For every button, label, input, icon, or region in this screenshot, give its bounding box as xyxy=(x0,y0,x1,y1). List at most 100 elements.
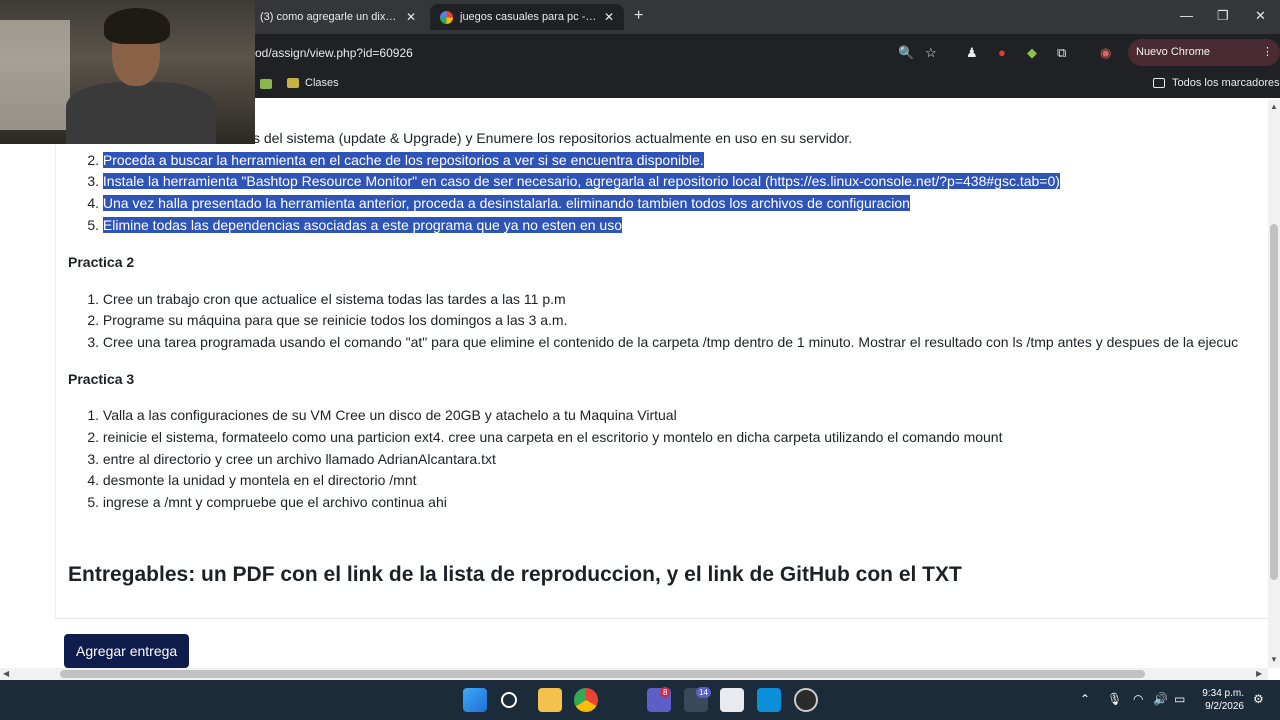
webcam-overlay xyxy=(0,0,255,144)
list-item-text: ingrese a /mnt y compruebe que el archiv… xyxy=(102,494,447,510)
list-number: 4. xyxy=(87,472,99,488)
bookmark-label: Clases xyxy=(305,77,339,89)
bookmark-star-icon[interactable]: ☆ xyxy=(925,45,937,61)
list-number: 2. xyxy=(87,152,99,168)
scroll-thumb[interactable] xyxy=(1270,224,1278,580)
list-item-text: desmonte la unidad y montela en el direc… xyxy=(102,472,417,488)
list-number: 1. xyxy=(87,407,99,423)
zoom-icon[interactable]: 🔍 xyxy=(898,45,914,61)
list-item: 3. entre al directorio y cree un archivo… xyxy=(85,451,496,467)
list-item: 3. Instale la herramienta "Bashtop Resou… xyxy=(85,173,1060,189)
list-number: 4. xyxy=(87,195,99,211)
google-icon xyxy=(440,10,453,24)
list-number: 2. xyxy=(87,312,99,328)
list-number: 3. xyxy=(87,451,99,467)
close-window-icon[interactable]: ✕ xyxy=(1255,8,1266,24)
virtualbox-icon[interactable] xyxy=(757,688,781,712)
list-number: 3. xyxy=(87,173,99,189)
list-item: 3. Cree una tarea programada usando el c… xyxy=(85,334,1238,350)
start-icon[interactable] xyxy=(463,688,487,712)
app-icon[interactable] xyxy=(720,688,744,712)
file-explorer-icon[interactable] xyxy=(538,688,562,712)
scroll-thumb[interactable] xyxy=(60,670,1145,678)
person-hair xyxy=(104,8,170,44)
chevron-up-icon[interactable]: ⌃ xyxy=(1080,692,1090,706)
microphone-icon[interactable]: 🎙 xyxy=(1107,692,1122,706)
section-heading: Practica 2 xyxy=(68,254,135,270)
restore-icon[interactable]: ❐ xyxy=(1217,8,1229,24)
list-item-text: Cree una tarea programada usando el coma… xyxy=(102,334,1239,350)
list-item-text: Valla a las configuraciones de su VM Cre… xyxy=(102,407,677,423)
list-item-text: Elimine todas las dependencias asociadas… xyxy=(102,217,623,233)
extensions-puzzle-icon[interactable]: ⧉ xyxy=(1057,45,1066,61)
chrome-icon[interactable] xyxy=(574,688,598,712)
bookmark-label: Todos los marcadores xyxy=(1172,77,1280,89)
list-item-text: Proceda a buscar la herramienta en el ca… xyxy=(102,152,704,168)
list-item: 4. desmonte la unidad y montela en el di… xyxy=(85,472,417,488)
notification-badge: 14 xyxy=(696,687,711,698)
vertical-scrollbar[interactable]: ▲ ▼ xyxy=(1268,100,1280,668)
scroll-down-icon[interactable]: ▼ xyxy=(1270,655,1278,664)
list-item-text: reinicie el sistema, formateelo como una… xyxy=(102,429,1003,445)
clock-time: 9:34 p.m. xyxy=(1202,688,1244,699)
list-item: 5. Elimine todas las dependencias asocia… xyxy=(85,217,623,233)
person-body xyxy=(66,82,216,144)
list-item: s del sistema (update & Upgrade) y Enume… xyxy=(253,130,852,146)
list-item: 2. reinicie el sistema, formateelo como … xyxy=(85,429,1003,445)
extension-red-icon[interactable]: ● xyxy=(998,45,1006,60)
background-window xyxy=(0,20,70,130)
list-item-text: Instale la herramienta "Bashtop Resource… xyxy=(102,173,1060,189)
list-item-text: Una vez halla presentado la herramienta … xyxy=(102,195,910,211)
all-bookmarks[interactable]: Todos los marcadores xyxy=(1153,77,1280,89)
list-item: 4. Una vez halla presentado la herramien… xyxy=(85,195,910,211)
close-tab-icon[interactable]: ✕ xyxy=(598,10,614,24)
clock-date: 9/2/2026 xyxy=(1205,701,1244,712)
clock[interactable]: 9:34 p.m. 9/2/2026 xyxy=(1196,687,1244,713)
minimize-icon[interactable]: — xyxy=(1180,8,1193,23)
add-submission-button[interactable]: Agregar entrega xyxy=(64,634,190,668)
list-item-text: Cree un trabajo cron que actualice el si… xyxy=(102,291,566,307)
entregables-heading: Entregables: un PDF con el link de la li… xyxy=(68,563,962,586)
tab-google-search[interactable]: juegos casuales para pc - Busca ✕ xyxy=(430,4,624,30)
list-item: 1. Cree un trabajo cron que actualice el… xyxy=(85,291,566,307)
new-tab-icon[interactable]: + xyxy=(634,7,643,25)
list-number: 1. xyxy=(87,291,99,307)
notifications-icon[interactable]: ⚙ xyxy=(1253,692,1264,706)
section-heading: Practica 3 xyxy=(68,371,135,387)
scroll-up-icon[interactable]: ▲ xyxy=(1270,102,1278,111)
list-item: 2. Proceda a buscar la herramienta en el… xyxy=(85,152,704,168)
list-item: 1. Valla a las configuraciones de su VM … xyxy=(85,407,677,423)
battery-icon[interactable]: ▭ xyxy=(1174,692,1185,706)
list-number: 5. xyxy=(87,494,99,510)
close-tab-icon[interactable]: ✕ xyxy=(400,10,416,24)
horizontal-scrollbar[interactable]: ◀ ▶ xyxy=(0,668,1268,680)
scroll-right-icon[interactable]: ▶ xyxy=(1256,669,1262,678)
more-menu-icon[interactable]: ⋮ xyxy=(1262,39,1273,66)
search-icon[interactable] xyxy=(501,692,517,708)
volume-icon[interactable]: 🔊 xyxy=(1153,692,1168,706)
tab-title: juegos casuales para pc - Busca xyxy=(460,11,598,23)
list-number: 3. xyxy=(87,334,99,350)
list-number: 5. xyxy=(87,217,99,233)
list-number: 2. xyxy=(87,429,99,445)
bookmark-clases[interactable]: Clases xyxy=(287,77,339,89)
update-chrome-button[interactable]: Nuevo Chrome disponible ⋮ xyxy=(1128,39,1280,85)
tab-title: (3) como agregarle un dixco du xyxy=(260,11,400,23)
tab-youtube[interactable]: (3) como agregarle un dixco du ✕ xyxy=(250,4,426,30)
list-item-text: entre al directorio y cree un archivo ll… xyxy=(102,451,496,467)
list-item: 5. ingrese a /mnt y compruebe que el arc… xyxy=(85,494,447,510)
folder-icon xyxy=(1153,78,1165,88)
list-item-text: s del sistema (update & Upgrade) y Enume… xyxy=(253,130,853,146)
list-item-text: Programe su máquina para que se reinicie… xyxy=(102,312,568,328)
folder-icon xyxy=(287,78,299,88)
scroll-left-icon[interactable]: ◀ xyxy=(3,669,9,678)
wifi-icon[interactable]: ◠ xyxy=(1133,692,1143,706)
page-content: s del sistema (update & Upgrade) y Enume… xyxy=(0,100,1268,668)
list-item: 2. Programe su máquina para que se reini… xyxy=(85,312,567,328)
extension-icon[interactable]: ♟ xyxy=(966,45,978,61)
url-field[interactable]: od/assign/view.php?id=60926 xyxy=(255,46,413,60)
extension-green-icon[interactable]: ◆ xyxy=(1027,45,1037,61)
obs-icon[interactable] xyxy=(794,688,818,712)
bookmark-icon[interactable] xyxy=(260,79,272,89)
profile-avatar[interactable]: ◉ xyxy=(1100,45,1111,61)
